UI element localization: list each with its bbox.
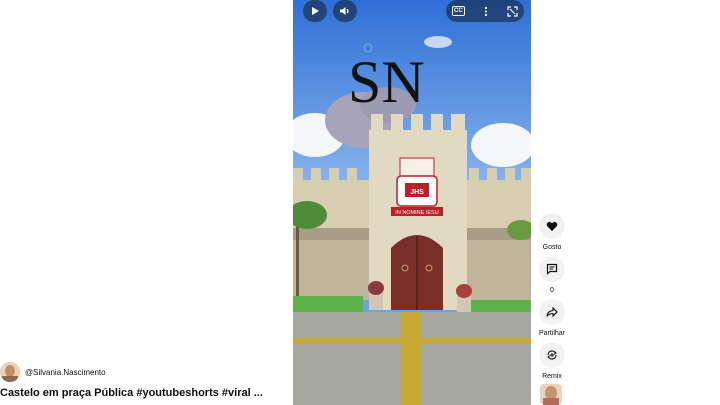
- like-label: Gosto: [542, 244, 562, 251]
- video-player[interactable]: JHS IN NOMINE IESU SN CC: [293, 0, 531, 405]
- video-title[interactable]: Castelo em praça Pública #youtubeshorts …: [0, 387, 280, 399]
- comments-action[interactable]: 0: [538, 256, 566, 294]
- thumb-up-icon: [546, 221, 558, 231]
- like-action[interactable]: Gosto: [538, 213, 566, 251]
- volume-button[interactable]: [333, 0, 357, 22]
- channel-handle[interactable]: @Silvania.Nascimento: [25, 368, 106, 377]
- share-button[interactable]: [539, 299, 565, 325]
- play-icon: [312, 7, 319, 15]
- remix-action[interactable]: Remix: [538, 342, 566, 380]
- avatar[interactable]: [0, 362, 20, 382]
- avatar-image: [0, 362, 20, 382]
- channel-info[interactable]: @Silvania.Nascimento: [0, 362, 106, 382]
- share-action[interactable]: Partilhar: [538, 299, 566, 337]
- crest-text: JHS: [410, 189, 424, 196]
- remix-label: Remix: [542, 373, 562, 380]
- share-icon: [546, 306, 558, 318]
- remix-button[interactable]: [539, 342, 565, 368]
- fullscreen-icon[interactable]: [507, 5, 518, 17]
- audio-source-thumbnail[interactable]: [540, 384, 562, 405]
- play-button[interactable]: [303, 0, 327, 22]
- comments-count: 0: [550, 287, 554, 294]
- more-vert-icon[interactable]: [484, 6, 488, 17]
- crest-banner: IN NOMINE IESU: [395, 210, 438, 216]
- remix-icon: [547, 350, 557, 360]
- comment-icon: [546, 263, 558, 275]
- captions-label: CC: [454, 8, 463, 14]
- captions-button[interactable]: CC: [452, 6, 465, 16]
- player-right-controls: CC: [446, 0, 524, 22]
- like-button[interactable]: [539, 213, 565, 239]
- thumbnail-image: [540, 384, 562, 405]
- volume-icon: [340, 7, 349, 15]
- video-frame: JHS IN NOMINE IESU SN: [293, 0, 531, 405]
- share-label: Partilhar: [538, 330, 566, 337]
- comments-button[interactable]: [539, 256, 565, 282]
- watermark-logo: SN: [348, 49, 425, 115]
